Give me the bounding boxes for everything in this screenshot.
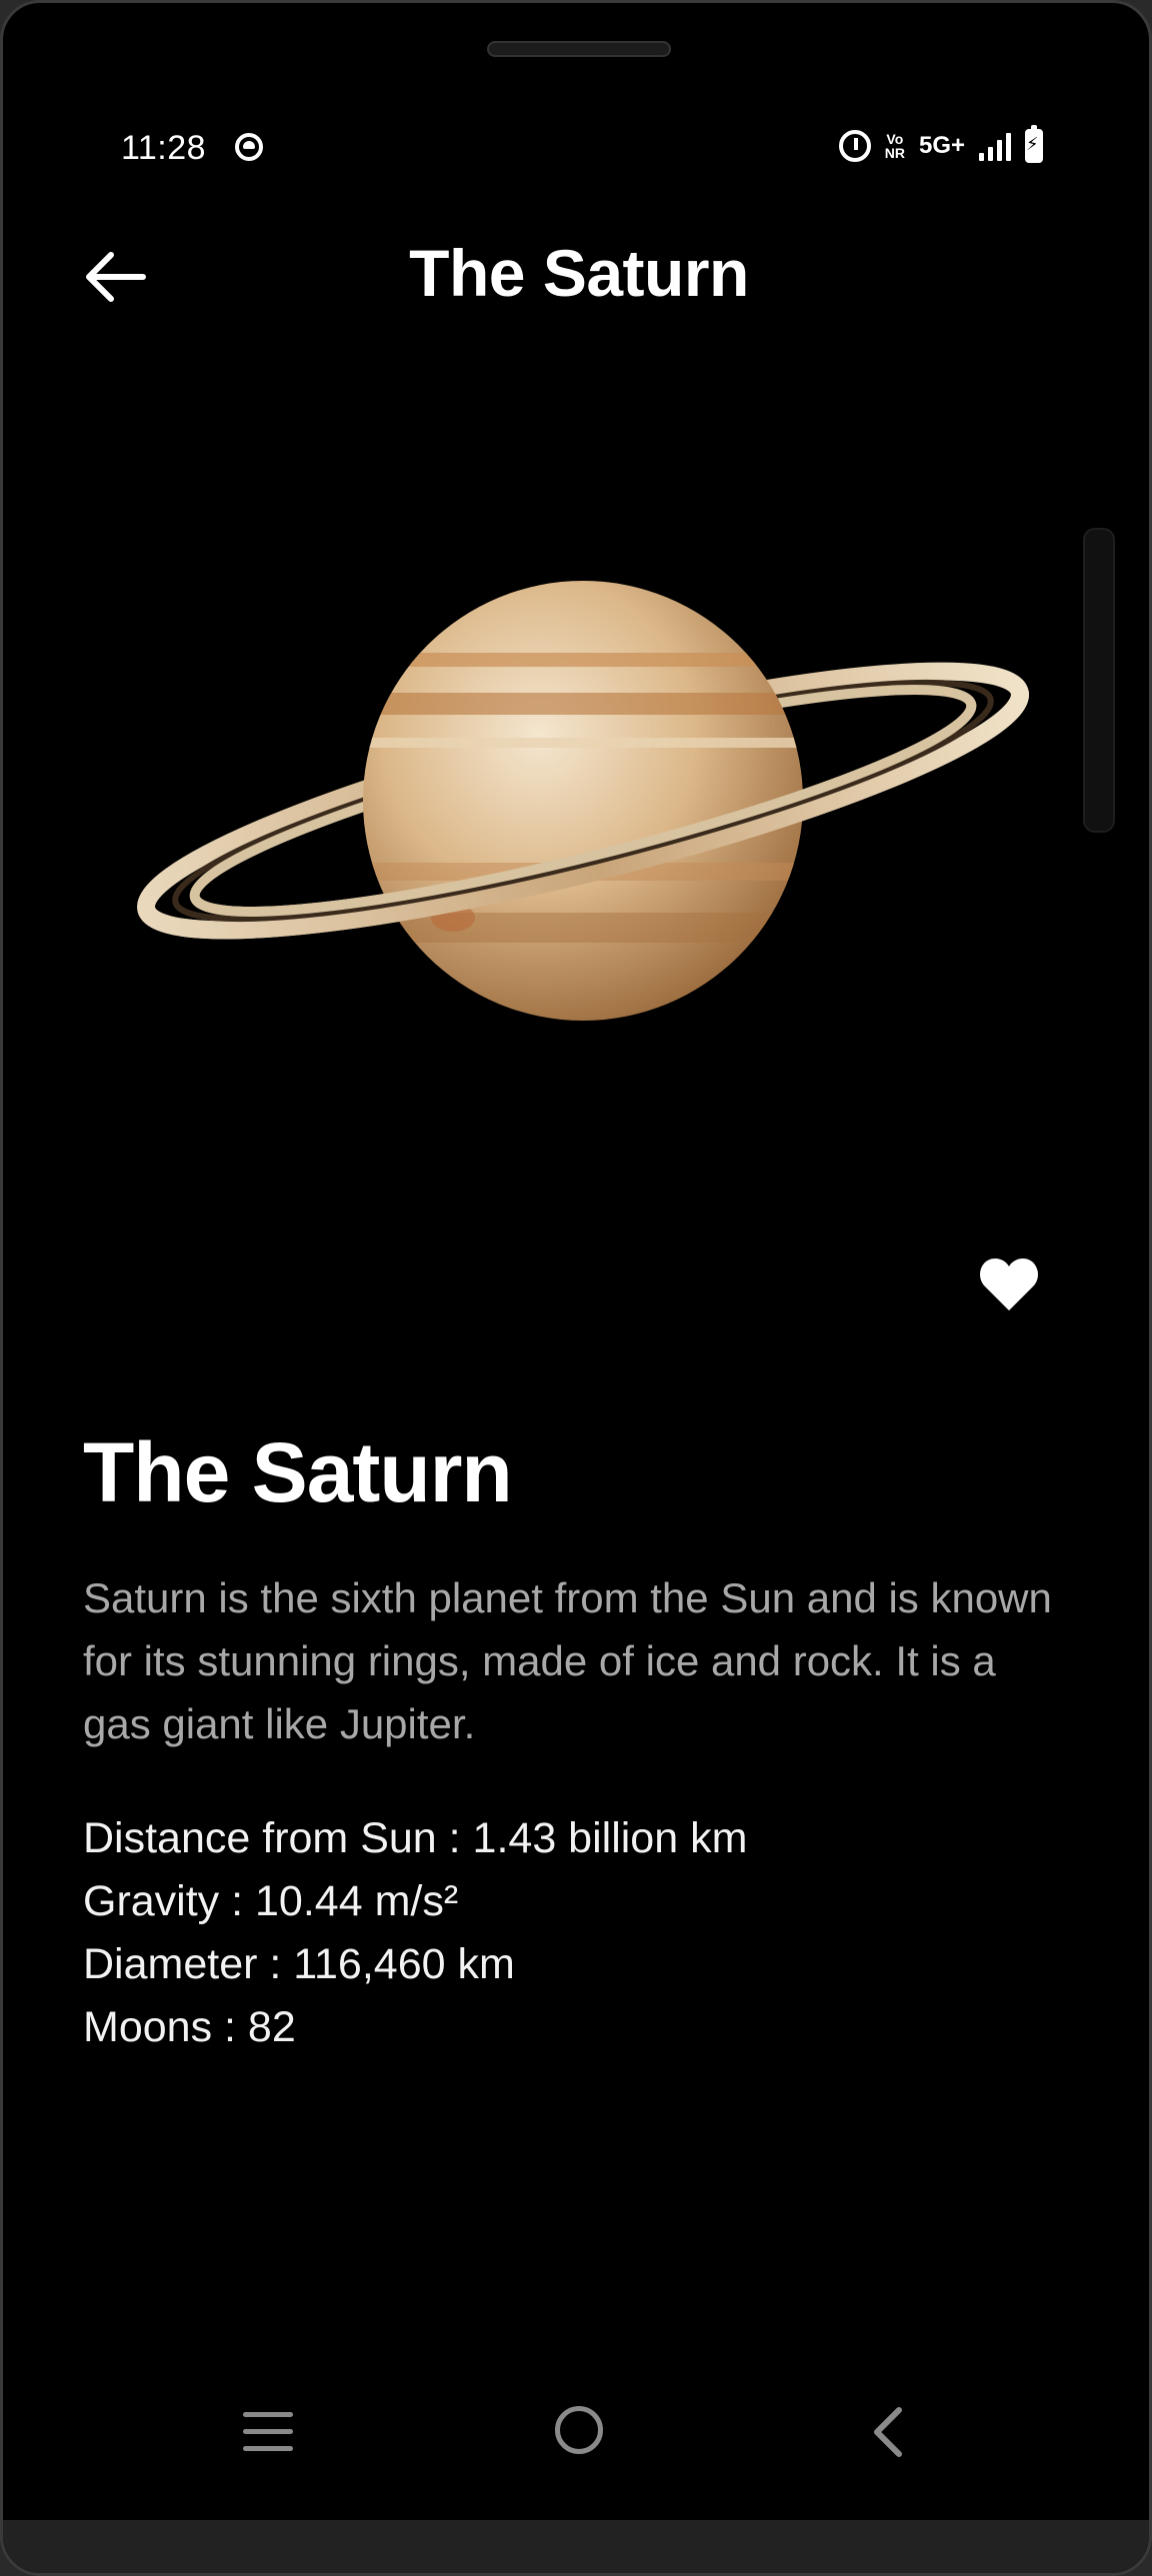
volte-bottom: NR [884, 145, 905, 161]
planet-description: Saturn is the sixth planet from the Sun … [83, 1574, 1052, 1747]
signal-icon [979, 131, 1011, 161]
battery-icon [1025, 125, 1043, 163]
bottom-bezel [3, 2520, 1149, 2573]
planet-image [123, 563, 1043, 1043]
fact-gravity: Gravity : 10.44 m/s² [83, 1877, 459, 1925]
planet-facts: Distance from Sun : 1.43 billion km Grav… [83, 1807, 1063, 2059]
menu-icon[interactable] [243, 2412, 293, 2452]
status-icons: Vo NR 5G+ [838, 125, 1043, 163]
notification-icon [235, 133, 263, 161]
chevron-left-icon[interactable] [869, 2406, 905, 2458]
status-bar: 11:28 Vo NR 5G+ [3, 121, 1149, 177]
status-time: 11:28 [121, 129, 207, 167]
phone-screen: 11:28 Vo NR 5G+ The Saturn [0, 0, 1152, 2576]
planet-name: The Saturn [83, 1425, 513, 1519]
system-nav-bar [3, 2382, 1149, 2482]
favorite-button[interactable] [977, 1255, 1041, 1314]
fact-diameter: Diameter : 116,460 km [83, 1940, 515, 1988]
heart-icon [980, 1259, 1038, 1310]
network-type: 5G+ [918, 132, 965, 159]
fact-distance: Distance from Sun : 1.43 billion km [83, 1814, 748, 1862]
speaker-grille [487, 41, 671, 57]
home-circle-icon[interactable] [555, 2406, 603, 2454]
volte-indicator: Vo NR [885, 132, 905, 160]
fact-moons: Moons : 82 [83, 2003, 296, 2051]
alarm-icon [838, 130, 871, 162]
planet-details: The Saturn Saturn is the sixth planet fr… [83, 1422, 1063, 2059]
page-title: The Saturn [409, 236, 749, 310]
side-button [1083, 528, 1115, 833]
